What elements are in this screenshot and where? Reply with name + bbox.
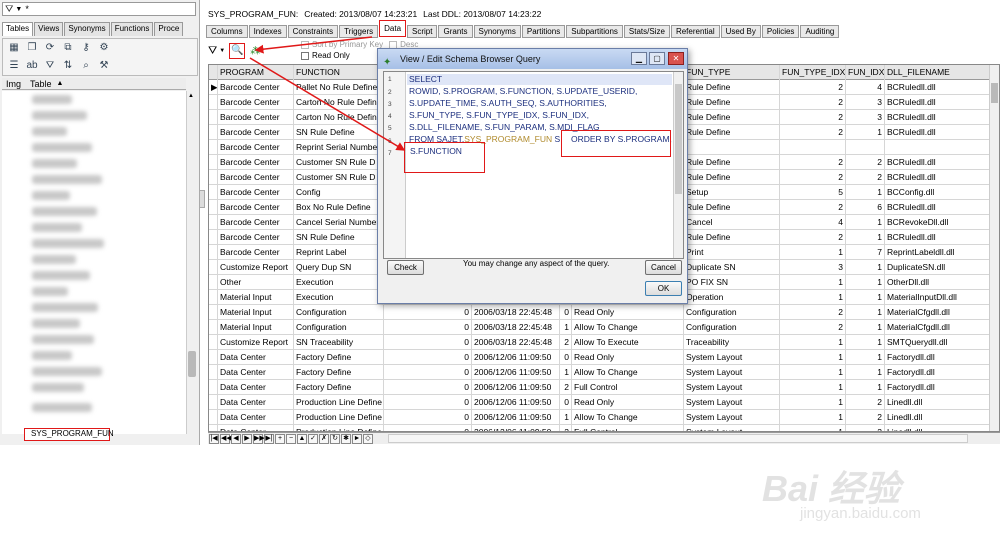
arrow-tab-to-query-icon <box>254 36 373 54</box>
arrow-icon-to-editor <box>249 57 406 151</box>
watermark-url: jingyan.baidu.com <box>800 505 921 522</box>
